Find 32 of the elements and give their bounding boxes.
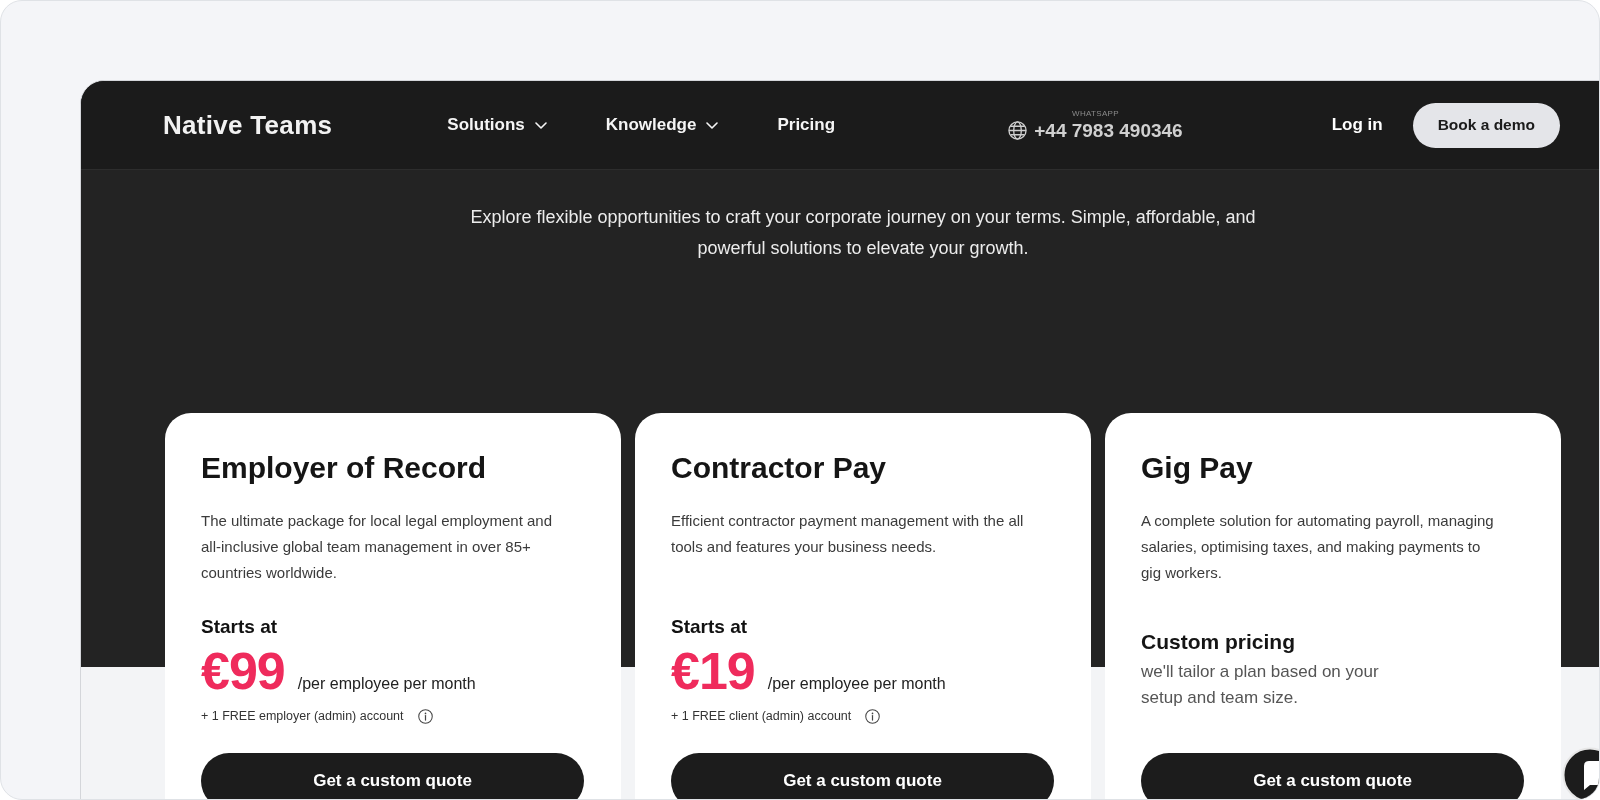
quote-button[interactable]: Get a custom quote xyxy=(671,753,1054,799)
plan-title: Employer of Record xyxy=(201,450,488,486)
nav-link[interactable]: Solutions xyxy=(447,114,547,136)
whatsapp-caption: WHATSAPP xyxy=(1072,108,1119,119)
book-demo-button[interactable]: Book a demo xyxy=(1412,102,1560,148)
price-unit: /per employee per month xyxy=(767,674,946,694)
starts-at-label: Starts at xyxy=(671,615,749,639)
nav-link[interactable]: Pricing xyxy=(777,114,836,136)
plan-description: Efficient contractor payment management with the all tools and features your business needs. xyxy=(671,511,1025,557)
price: €99 xyxy=(201,645,285,697)
login-link[interactable]: Log in xyxy=(1331,114,1383,136)
info-icon[interactable] xyxy=(417,708,433,724)
logo[interactable]: Native Teams xyxy=(163,110,333,140)
plan-title: Contractor Pay xyxy=(671,450,888,486)
price-unit: /per employee per month xyxy=(297,674,476,694)
hero-intro: Explore flexible opportunities to craft your corporate journey on your terms. Simple, affordable, and powerful solutions to elevate your growth. xyxy=(469,206,1257,260)
phone-link[interactable]: +44 7983 490346 xyxy=(1034,119,1183,142)
custom-pricing-text: we'll tailor a plan based on your setup and team size. xyxy=(1141,661,1380,709)
price: €19 xyxy=(671,645,755,697)
quote-button[interactable]: Get a custom quote xyxy=(201,753,584,799)
plan-title: Gig Pay xyxy=(1141,450,1254,486)
quote-button[interactable]: Get a custom quote xyxy=(1141,753,1524,799)
account-note: + 1 FREE employer (admin) account xyxy=(201,708,404,725)
info-icon[interactable] xyxy=(865,708,881,724)
custom-pricing-title: Custom pricing xyxy=(1141,629,1296,655)
plan-description: The ultimate package for local legal employment and all-inclusive global team management in over 85+ countries worldwide. xyxy=(201,511,554,583)
globe-icon xyxy=(1008,121,1028,140)
nav-link[interactable]: Knowledge xyxy=(605,114,719,136)
plan-description: A complete solution for automating payroll, managing salaries, optimising taxes, and making payments to gig workers. xyxy=(1141,511,1495,583)
starts-at-label: Starts at xyxy=(201,615,279,639)
account-note: + 1 FREE client (admin) account xyxy=(671,708,852,725)
chat-icon[interactable] xyxy=(1562,747,1599,799)
